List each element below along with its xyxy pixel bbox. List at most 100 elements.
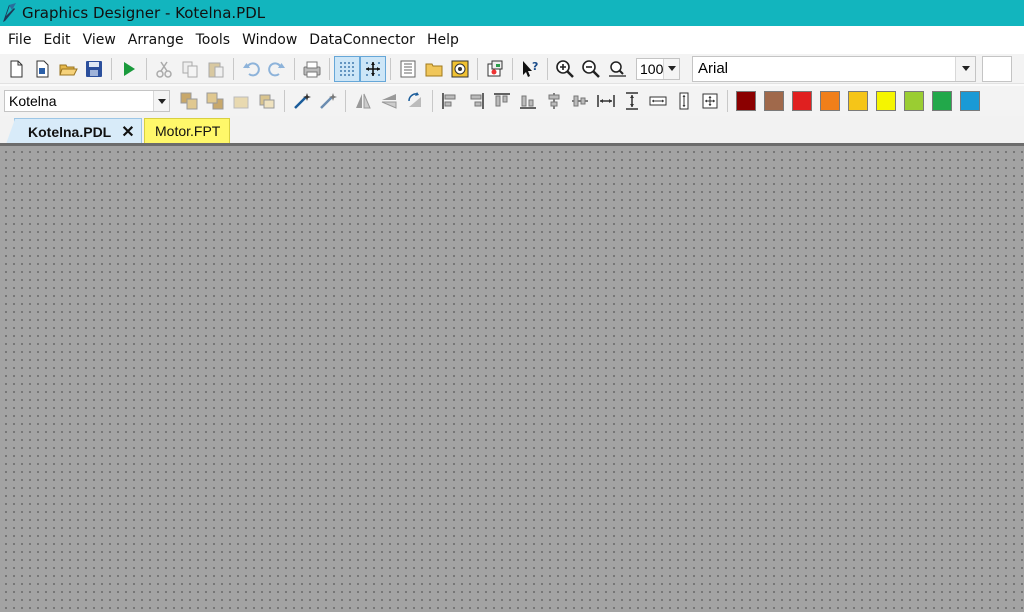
open-button[interactable] (55, 56, 81, 82)
same-height-button[interactable] (671, 88, 697, 114)
folder-button[interactable] (421, 56, 447, 82)
cut-icon (156, 61, 172, 78)
toolbar-separator (284, 90, 285, 112)
zoom-fit-button[interactable] (604, 56, 630, 82)
space-horizontal-icon (597, 95, 615, 107)
new-button[interactable] (3, 56, 29, 82)
help-cursor-button[interactable]: ? (517, 56, 543, 82)
menu-bar: File Edit View Arrange Tools Window Data… (0, 26, 1024, 54)
one-backward-icon (259, 94, 275, 109)
color-swatch-brown[interactable] (764, 91, 784, 111)
menu-view[interactable]: View (77, 26, 122, 54)
font-name-dropdown[interactable]: Arial (692, 55, 976, 82)
color-swatch-gold[interactable] (848, 91, 868, 111)
menu-tools[interactable]: Tools (190, 26, 237, 54)
font-size-field[interactable] (982, 55, 1012, 82)
close-icon[interactable]: ✕ (121, 122, 135, 142)
magic-wand-button[interactable] (289, 88, 315, 114)
zoom-level-dropdown[interactable]: 100 (636, 57, 680, 80)
magic-wand-off-button[interactable] (315, 88, 341, 114)
copy-button[interactable] (177, 56, 203, 82)
paste-button[interactable] (203, 56, 229, 82)
run-icon (124, 61, 135, 76)
chevron-down-icon[interactable] (955, 56, 975, 81)
space-horizontal-button[interactable] (593, 88, 619, 114)
tab-motor[interactable]: Motor.FPT (144, 118, 230, 144)
bring-to-front-button[interactable] (176, 88, 202, 114)
color-swatch-red[interactable] (792, 91, 812, 111)
rotate-button[interactable] (402, 88, 428, 114)
print-button[interactable] (299, 56, 325, 82)
toolbar-separator (146, 57, 147, 80)
align-left-button[interactable] (437, 88, 463, 114)
color-swatch-blue[interactable] (960, 91, 980, 111)
menu-file[interactable]: File (0, 26, 37, 54)
window-title: Graphics Designer - Kotelna.PDL (22, 4, 266, 22)
same-height-icon (679, 92, 689, 110)
menu-window[interactable]: Window (236, 26, 303, 54)
document-tab-strip: Kotelna.PDL ✕ Motor.FPT (0, 116, 1024, 144)
object-palette-button[interactable] (447, 56, 473, 82)
save-button[interactable] (81, 56, 107, 82)
layer-dropdown[interactable]: Kotelna (4, 90, 170, 112)
color-swatch-orange[interactable] (820, 91, 840, 111)
space-vertical-icon (626, 92, 638, 110)
menu-dataconnector[interactable]: DataConnector (303, 26, 421, 54)
toolbar-separator (294, 57, 295, 80)
color-swatch-yellow[interactable] (876, 91, 896, 111)
align-left-icon (442, 93, 456, 109)
one-forward-button[interactable] (228, 88, 254, 114)
mirror-horizontal-button[interactable] (376, 88, 402, 114)
dynamic-wizard-button[interactable] (482, 56, 508, 82)
menu-help[interactable]: Help (421, 26, 465, 54)
color-swatch-yellow-green[interactable] (904, 91, 924, 111)
print-icon (303, 61, 321, 77)
align-bottom-button[interactable] (515, 88, 541, 114)
menu-arrange[interactable]: Arrange (122, 26, 190, 54)
menu-edit[interactable]: Edit (37, 26, 76, 54)
mirror-vertical-button[interactable] (350, 88, 376, 114)
zoom-out-button[interactable] (578, 56, 604, 82)
center-vertical-button[interactable] (567, 88, 593, 114)
library-button[interactable] (395, 56, 421, 82)
grid-toggle-button[interactable] (334, 55, 360, 82)
align-right-button[interactable] (463, 88, 489, 114)
rotate-icon (408, 92, 421, 107)
cut-button[interactable] (151, 56, 177, 82)
same-size-icon (702, 93, 718, 109)
color-swatch-dark-red[interactable] (736, 91, 756, 111)
same-size-button[interactable] (697, 88, 723, 114)
grid-icon (340, 61, 354, 76)
center-horizontal-icon (548, 93, 560, 109)
align-top-button[interactable] (489, 88, 515, 114)
drawing-canvas[interactable] (0, 146, 1024, 612)
alignment-toolbar: Kotelna (0, 86, 1024, 116)
new-faceplate-button[interactable] (29, 56, 55, 82)
tab-kotelna[interactable]: Kotelna.PDL ✕ (6, 118, 142, 144)
toolbar-separator (390, 57, 391, 80)
chevron-down-icon[interactable] (153, 91, 169, 111)
one-backward-button[interactable] (254, 88, 280, 114)
font-name-value: Arial (698, 60, 729, 77)
run-button[interactable] (116, 56, 142, 82)
zoom-in-button[interactable] (552, 56, 578, 82)
zoom-in-icon (556, 59, 574, 78)
graphics-designer-app-icon (0, 2, 18, 24)
same-width-button[interactable] (645, 88, 671, 114)
toolbar-separator (512, 57, 513, 80)
center-horizontal-button[interactable] (541, 88, 567, 114)
toolbar-separator (233, 57, 234, 80)
redo-icon (268, 61, 285, 76)
chevron-down-icon[interactable] (663, 58, 679, 79)
snap-to-grid-button[interactable] (360, 55, 386, 82)
send-to-back-button[interactable] (202, 88, 228, 114)
center-vertical-icon (572, 95, 588, 107)
color-swatch-green[interactable] (932, 91, 952, 111)
send-to-back-icon (206, 92, 224, 110)
copy-icon (182, 61, 198, 77)
align-bottom-icon (520, 95, 536, 109)
space-vertical-button[interactable] (619, 88, 645, 114)
redo-button[interactable] (264, 56, 290, 82)
undo-button[interactable] (238, 56, 264, 82)
one-forward-icon (233, 96, 249, 109)
